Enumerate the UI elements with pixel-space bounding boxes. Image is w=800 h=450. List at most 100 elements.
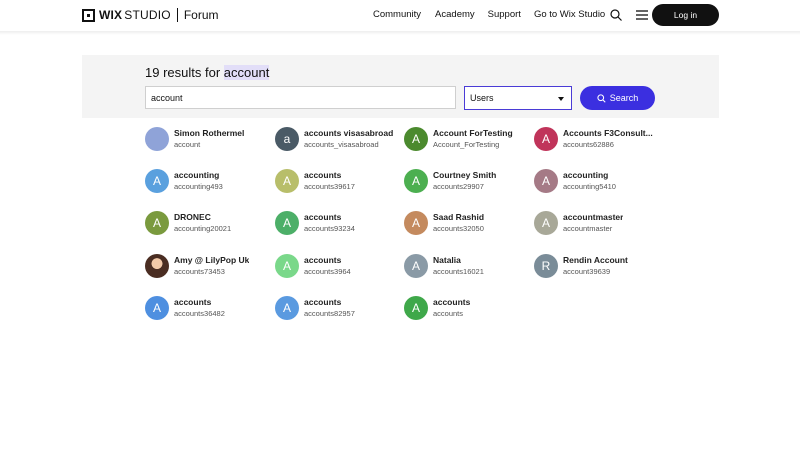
user-result-item[interactable]: Aaccounts accounts36482 [145,296,273,320]
user-handle: accounts82957 [304,309,355,318]
user-handle: accounts [433,309,464,318]
search-icon[interactable] [610,9,622,21]
user-info: accounting accounting493 [174,170,223,192]
user-result-item[interactable]: A Saad Rashid accounts32050 [404,211,532,235]
user-handle: accounting5410 [563,182,616,191]
user-info: Natalia accounts16021 [433,255,484,277]
login-button[interactable]: Log in [652,4,719,26]
user-avatar[interactable]: A [404,254,428,278]
user-avatar[interactable]: A [275,211,299,235]
user-handle: accounts73453 [174,267,225,276]
user-handle: accounts36482 [174,309,225,318]
user-avatar[interactable]: A [534,127,558,151]
user-info: Rendin Account account39639 [563,255,628,277]
user-handle: accounts32050 [433,224,484,233]
user-name[interactable]: accounts visasabroad [304,128,393,139]
user-name[interactable]: Account ForTesting [433,128,513,139]
user-result-item[interactable]: Aaccounting accounting5410 [534,169,662,193]
logo-forum-text: Forum [183,8,219,22]
user-avatar[interactable] [145,254,169,278]
user-name[interactable]: DRONEC [174,212,231,223]
user-result-item[interactable]: Aaccounting accounting493 [145,169,273,193]
user-handle: accounts93234 [304,224,355,233]
user-name[interactable]: accounts [304,255,351,266]
user-name[interactable]: accounts [304,212,355,223]
nav-go-to-wix-studio[interactable]: Go to Wix Studio [534,9,605,20]
user-result-item[interactable]: Aaccounts accounts [404,296,532,320]
user-info: accounts accounts36482 [174,297,225,319]
user-result-item[interactable]: A DRONEC accounting20021 [145,211,273,235]
user-name[interactable]: accounting [174,170,223,181]
user-result-item[interactable]: A Courtney Smith accounts29907 [404,169,532,193]
results-query-highlight: account [223,65,270,80]
user-info: accounts accounts [433,297,470,319]
user-result-item[interactable]: a accounts visasabroad accounts_visasabroa… [275,127,403,151]
user-avatar[interactable]: A [275,296,299,320]
user-name[interactable]: accounts [174,297,225,308]
user-name[interactable]: Amy @ LilyPop Uk [174,255,249,266]
user-name[interactable]: Accounts F3Consult... [563,128,653,139]
nav-support[interactable]: Support [488,9,521,20]
user-avatar[interactable]: A [145,296,169,320]
site-header: WIX STUDIO Forum Community Academy Suppo… [0,0,800,31]
user-handle: accounts29907 [433,182,484,191]
user-result-item[interactable]: Aaccountmaster accountmaster [534,211,662,235]
hamburger-menu-icon[interactable] [636,9,648,21]
user-avatar[interactable]: A [145,211,169,235]
user-name[interactable]: accounts [304,297,355,308]
user-name[interactable]: Natalia [433,255,484,266]
user-avatar[interactable]: A [404,127,428,151]
user-avatar[interactable]: R [534,254,558,278]
search-type-select[interactable]: Users [464,86,572,110]
user-avatar[interactable]: A [404,169,428,193]
search-button-label: Search [609,93,639,103]
user-handle: account [174,140,201,149]
user-result-item[interactable]: A Natalia accounts16021 [404,254,532,278]
user-avatar[interactable]: a [275,127,299,151]
user-name[interactable]: accounts [304,170,355,181]
user-result-item[interactable]: A Accounts F3Consult... accounts62886 [534,127,662,151]
main-nav: Community Academy Support Go to Wix Stud… [373,9,618,20]
user-avatar[interactable]: A [275,169,299,193]
user-result-item[interactable]: R Rendin Account account39639 [534,254,662,278]
search-type-value: Users [470,93,494,103]
user-info: accountmaster accountmaster [563,212,623,234]
user-avatar[interactable]: A [145,169,169,193]
results-title: 19 results for account [145,65,270,80]
wix-studio-logo[interactable]: WIX STUDIO Forum [82,8,218,22]
logo-wix-text: WIX [99,8,123,22]
user-info: Accounts F3Consult... accounts62886 [563,128,653,150]
user-name[interactable]: Saad Rashid [433,212,484,223]
user-info: Courtney Smith accounts29907 [433,170,496,192]
user-result-item[interactable]: Simon Rothermel account [145,127,273,151]
user-info: DRONEC accounting20021 [174,212,231,234]
user-avatar[interactable]: A [534,211,558,235]
user-info: accounts accounts39617 [304,170,355,192]
nav-academy[interactable]: Academy [435,9,475,20]
user-result-item[interactable]: A Account ForTesting Account_ForTesting [404,127,532,151]
user-avatar[interactable] [145,127,169,151]
user-info: accounts accounts82957 [304,297,355,319]
user-result-item[interactable]: Amy @ LilyPop Uk accounts73453 [145,254,273,278]
user-name[interactable]: accounting [563,170,616,181]
user-avatar[interactable]: A [404,211,428,235]
user-name[interactable]: Simon Rothermel [174,128,244,139]
user-name[interactable]: accountmaster [563,212,623,223]
search-input[interactable] [145,86,456,109]
search-icon [597,93,606,103]
user-result-item[interactable]: Aaccounts accounts3964 [275,254,403,278]
user-result-item[interactable]: Aaccounts accounts93234 [275,211,403,235]
nav-community[interactable]: Community [373,9,421,20]
search-button[interactable]: Search [580,86,655,110]
user-name[interactable]: accounts [433,297,470,308]
user-name[interactable]: Courtney Smith [433,170,496,181]
user-avatar[interactable]: A [275,254,299,278]
user-avatar[interactable]: A [534,169,558,193]
user-result-item[interactable]: Aaccounts accounts39617 [275,169,403,193]
user-result-item[interactable]: Aaccounts accounts82957 [275,296,403,320]
user-name[interactable]: Rendin Account [563,255,628,266]
user-handle: accounts3964 [304,267,351,276]
user-handle: accounts_visasabroad [304,140,379,149]
logo-mark-icon [82,8,95,22]
user-avatar[interactable]: A [404,296,428,320]
